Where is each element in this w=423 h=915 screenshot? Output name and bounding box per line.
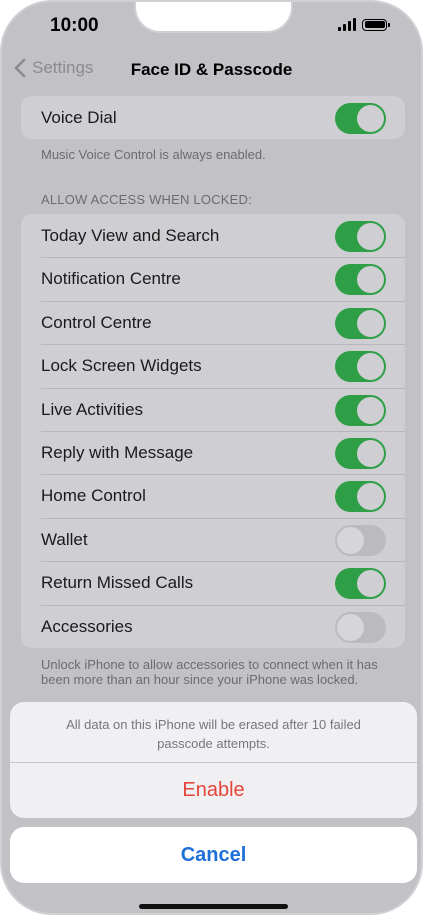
- setting-label: Live Activities: [41, 399, 144, 419]
- voice-dial-toggle[interactable]: [335, 103, 386, 134]
- today-view-and-search-toggle[interactable]: [335, 221, 386, 252]
- setting-row-live-activities: Live Activities: [21, 387, 405, 431]
- live-activities-toggle[interactable]: [335, 394, 386, 426]
- setting-row-accessories: Accessories: [21, 604, 405, 648]
- cancel-button[interactable]: Cancel: [10, 827, 417, 883]
- setting-row-lock-screen-widgets: Lock Screen Widgets: [21, 344, 405, 387]
- accessories-note: Unlock iPhone to allow accessories to co…: [41, 657, 378, 687]
- setting-row-today-view-and-search: Today View and Search: [21, 214, 405, 257]
- setting-row-control-centre: Control Centre: [21, 300, 405, 344]
- voice-dial-row: Voice Dial: [21, 96, 405, 139]
- control-centre-toggle[interactable]: [335, 307, 386, 339]
- status-icons: [338, 18, 390, 31]
- wallet-toggle[interactable]: [335, 524, 386, 556]
- setting-label: Notification Centre: [41, 269, 181, 289]
- locked-access-group: Today View and Search Notification Centre…: [21, 214, 405, 648]
- navigation-bar: Settings Face ID & Passcode: [2, 50, 421, 90]
- voice-dial-note: Music Voice Control is always enabled.: [41, 147, 266, 162]
- voice-dial-group: Voice Dial: [21, 96, 405, 140]
- voice-dial-label: Voice Dial: [41, 108, 117, 127]
- setting-row-wallet: Wallet: [21, 517, 405, 561]
- setting-label: Accessories: [41, 616, 133, 636]
- setting-label: Lock Screen Widgets: [41, 356, 202, 376]
- setting-row-reply-with-message: Reply with Message: [21, 430, 405, 474]
- setting-row-return-missed-calls: Return Missed Calls: [21, 561, 405, 604]
- page-title: Face ID & Passcode: [130, 60, 293, 79]
- notch: [134, 2, 293, 33]
- setting-label: Today View and Search: [41, 226, 220, 245]
- action-sheet: All data on this iPhone will be erased a…: [10, 702, 417, 818]
- setting-label: Reply with Message: [41, 442, 194, 462]
- accessories-toggle[interactable]: [335, 611, 386, 643]
- notification-centre-toggle[interactable]: [335, 264, 386, 296]
- setting-label: Control Centre: [41, 312, 152, 332]
- home-control-toggle[interactable]: [335, 481, 386, 513]
- setting-label: Wallet: [41, 529, 88, 549]
- action-sheet-message: All data on this iPhone will be erased a…: [66, 717, 361, 751]
- phone-frame: 10:00 Settings Face ID & Passcode Voice …: [0, 0, 423, 915]
- status-time: 10:00: [50, 15, 99, 36]
- section-header-locked: ALLOW ACCESS WHEN LOCKED:: [41, 192, 252, 207]
- setting-row-home-control: Home Control: [21, 474, 405, 517]
- home-indicator: [139, 904, 288, 909]
- setting-label: Home Control: [41, 486, 146, 506]
- lock-screen-widgets-toggle[interactable]: [335, 351, 386, 383]
- enable-button[interactable]: Enable: [10, 763, 417, 818]
- return-missed-calls-toggle[interactable]: [335, 568, 386, 600]
- reply-with-message-toggle[interactable]: [335, 437, 386, 469]
- setting-row-notification-centre: Notification Centre: [21, 257, 405, 300]
- battery-icon: [362, 18, 390, 31]
- setting-label: Return Missed Calls: [41, 573, 194, 593]
- cellular-signal-icon: [338, 18, 356, 31]
